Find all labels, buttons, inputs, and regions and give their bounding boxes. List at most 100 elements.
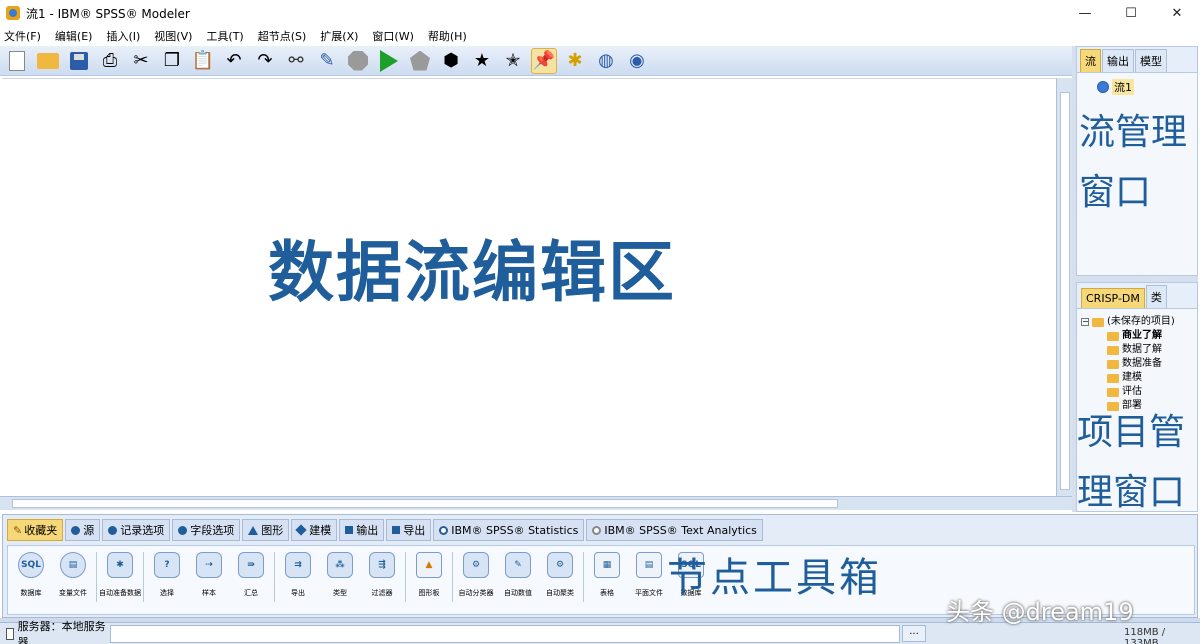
tab-label: IBM® SPSS® Text Analytics [604, 523, 757, 537]
star-icon[interactable]: ★ [469, 48, 495, 74]
node-label: 导出 [291, 589, 305, 597]
project-root-label: (未保存的项目) [1107, 316, 1175, 327]
tab-crisp-dm[interactable]: CRISP-DM [1081, 288, 1145, 308]
node-aggregate[interactable]: ⇛ 汇总 [232, 546, 270, 598]
tab-classes[interactable]: 类 [1145, 285, 1167, 308]
tab-output[interactable]: 输出 [339, 519, 385, 541]
tab-record-ops[interactable]: 记录选项 [102, 519, 171, 541]
palette-tabs: ✎ 收藏夹 源 记录选项 字段选项 图形 建模 输出 导出 IBM® SPSS® … [7, 519, 765, 541]
tab-field-ops[interactable]: 字段选项 [172, 519, 241, 541]
auto-numeric-icon: ✎ [505, 552, 531, 578]
copy-icon[interactable]: ❐ [159, 48, 185, 74]
pin-icon[interactable]: 📌 [531, 47, 557, 74]
spelling-icon[interactable]: ◉ [624, 48, 650, 74]
run-selection-icon[interactable] [407, 48, 433, 74]
stream-item[interactable]: 流1 [1097, 79, 1134, 95]
new-stream-icon[interactable] [4, 48, 30, 74]
node-auto-classifier[interactable]: ⚙ 自动分类器 [457, 546, 495, 598]
window-controls: — ☐ ✕ [1062, 0, 1200, 26]
select-icon: ? [154, 552, 180, 578]
tab-modeling[interactable]: 建模 [291, 519, 338, 541]
project-root[interactable]: − (未保存的项目) [1081, 315, 1175, 329]
record-ops-icon [108, 525, 118, 535]
save-icon[interactable] [66, 48, 92, 74]
folder-label: 商业了解 [1122, 330, 1162, 341]
redo-icon[interactable]: ↷ [252, 48, 278, 74]
tab-text-analytics[interactable]: IBM® SPSS® Text Analytics [586, 519, 763, 541]
scroll-thumb[interactable] [1060, 92, 1070, 490]
node-label: 变量文件 [59, 589, 87, 597]
node-table[interactable]: ▦ 表格 [588, 546, 626, 598]
menu-view[interactable]: 视图(V) [154, 28, 192, 44]
menu-file[interactable]: 文件(F) [4, 28, 41, 44]
node-sample[interactable]: ⇢ 样本 [190, 546, 228, 598]
project-folder[interactable]: 建模 [1081, 371, 1175, 385]
new-note-icon[interactable]: ✱ [562, 48, 588, 74]
stream-canvas[interactable]: 数据流编辑区 [2, 78, 1056, 492]
project-folder[interactable]: 商业了解 [1081, 329, 1175, 343]
maximize-button[interactable]: ☐ [1108, 0, 1154, 26]
menu-extensions[interactable]: 扩展(X) [320, 28, 358, 44]
print-icon[interactable]: ⎙ [97, 48, 123, 74]
node-var-file[interactable]: ▤ 变量文件 [54, 546, 92, 598]
table-icon: ▦ [594, 552, 620, 578]
node-type[interactable]: ⁂ 类型 [321, 546, 359, 598]
menu-insert[interactable]: 插入(I) [106, 28, 140, 44]
find-binoculars-icon[interactable]: ⚯ [283, 48, 309, 74]
folder-label: 数据了解 [1122, 344, 1162, 355]
undo-icon[interactable]: ↶ [221, 48, 247, 74]
menu-supernode[interactable]: 超节点(S) [258, 28, 307, 44]
tab-streams[interactable]: 流 [1080, 49, 1101, 72]
tab-label: 导出 [403, 524, 426, 537]
paste-icon[interactable]: 📋 [190, 48, 216, 74]
menu-tools[interactable]: 工具(T) [206, 28, 243, 44]
node-database[interactable]: SQL 数据库 [12, 546, 50, 598]
stop-icon[interactable] [345, 48, 371, 74]
tab-graphs[interactable]: 图形 [242, 519, 290, 541]
status-more-button[interactable]: ... [902, 625, 926, 642]
node-filter[interactable]: ⇶ 过滤器 [363, 546, 401, 598]
node-auto-numeric[interactable]: ✎ 自动数值 [499, 546, 537, 598]
collapse-icon[interactable]: − [1081, 318, 1089, 326]
tab-outputs[interactable]: 输出 [1102, 49, 1134, 72]
stream-manager-tabs: 流 输出 模型 [1077, 47, 1197, 73]
tab-label: 记录选项 [120, 524, 165, 537]
globe-icon[interactable]: ◍ [593, 48, 619, 74]
node-graphboard[interactable]: ▲ 图形板 [410, 546, 448, 598]
palette-separator [452, 552, 453, 602]
project-folder[interactable]: 数据了解 [1081, 343, 1175, 357]
node-label: 过滤器 [371, 589, 393, 597]
tab-spss-statistics[interactable]: IBM® SPSS® Statistics [433, 519, 585, 541]
node-auto-cluster[interactable]: ⚙ 自动聚类 [541, 546, 579, 598]
minimize-button[interactable]: — [1062, 0, 1108, 26]
canvas-horizontal-scrollbar[interactable] [0, 496, 1072, 510]
project-panel: CRISP-DM 类 − (未保存的项目) 商业了解 数据了解 数据准备 建模 … [1076, 282, 1198, 513]
project-folder[interactable]: 评估 [1081, 385, 1175, 399]
node-derive[interactable]: ⇉ 导出 [279, 546, 317, 598]
app-icon [6, 6, 20, 20]
preview-icon[interactable]: ⬢ [438, 48, 464, 74]
folder-icon [1107, 331, 1119, 341]
menu-help[interactable]: 帮助(H) [428, 28, 467, 44]
tab-favorites[interactable]: ✎ 收藏夹 [7, 519, 64, 541]
tab-models[interactable]: 模型 [1135, 49, 1167, 72]
favorites-icon: ✎ [13, 523, 23, 537]
run-icon[interactable] [376, 48, 402, 74]
cut-icon[interactable]: ✂ [128, 48, 154, 74]
scroll-thumb[interactable] [12, 499, 838, 508]
node-auto-data-prep[interactable]: ✱ 自动准备数据 [99, 546, 141, 598]
project-annotation: 项目管理窗口 [1077, 412, 1186, 513]
canvas-vertical-scrollbar[interactable] [1056, 78, 1072, 498]
star-add-icon[interactable]: ✭ [500, 48, 526, 74]
project-folder[interactable]: 数据准备 [1081, 357, 1175, 371]
close-button[interactable]: ✕ [1154, 0, 1200, 26]
edit-icon[interactable]: ✎ [314, 48, 340, 74]
open-folder-icon[interactable] [35, 48, 61, 74]
tab-sources[interactable]: 源 [65, 519, 101, 541]
node-flat-file[interactable]: ▤ 平面文件 [630, 546, 668, 598]
menu-window[interactable]: 窗口(W) [372, 28, 413, 44]
tab-export[interactable]: 导出 [386, 519, 432, 541]
node-select[interactable]: ? 选择 [148, 546, 186, 598]
server-status[interactable]: 服务器：本地服务器 [0, 618, 110, 644]
menu-edit[interactable]: 编辑(E) [55, 28, 93, 44]
